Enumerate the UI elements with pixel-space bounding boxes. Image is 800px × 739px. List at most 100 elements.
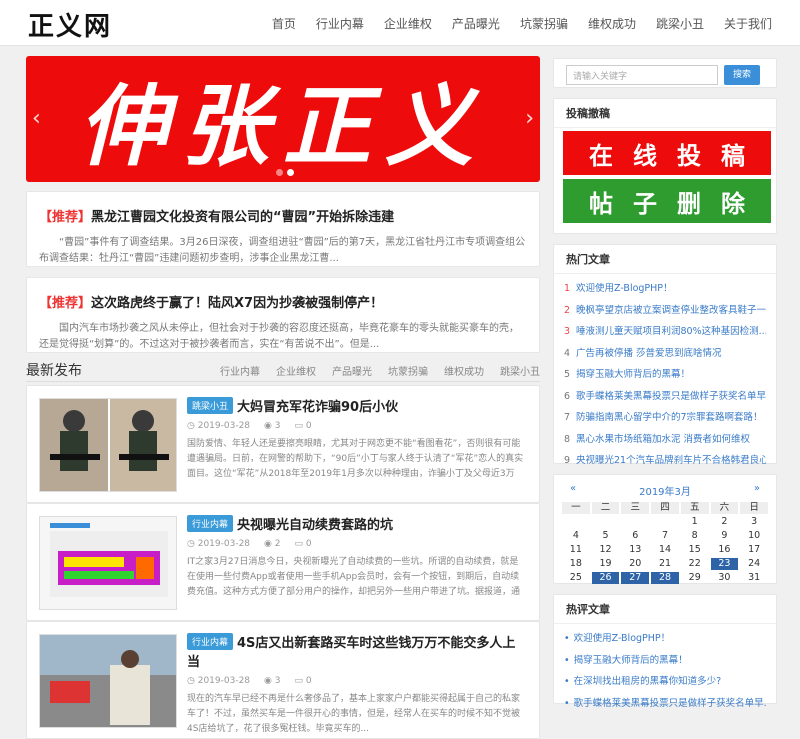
banner-char: 帖 (589, 189, 613, 218)
featured-post[interactable]: 【推荐】黑龙江曹园文化投资有限公司的“曹园”开始拆除违建 “曹园”事件有了调查结… (26, 191, 540, 267)
nav-item[interactable]: 关于我们 (724, 15, 772, 32)
calendar-day: 11 (569, 544, 582, 555)
hot-comment-item[interactable]: • 欢迎使用Z-BlogPHP！ (564, 628, 766, 650)
post-thumbnail[interactable] (39, 516, 177, 610)
post-title[interactable]: 4S店又出新套路买车时这些钱万万不能交多人上当 (187, 636, 515, 670)
nav-item[interactable]: 维权成功 (588, 15, 636, 32)
category-tab[interactable]: 跳梁小丑 (500, 363, 540, 378)
hot-article-item[interactable]: 1 欢迎使用Z-BlogPHP！ (564, 278, 766, 300)
hot-comment-title[interactable]: 在深圳找出租房的黑幕你知道多少? (574, 676, 722, 687)
nav-item[interactable]: 企业维权 (384, 15, 432, 32)
hot-comment-title[interactable]: 歌手蝶格莱美黑幕投票只是做样子获奖名单早... (574, 698, 766, 709)
category-tab[interactable]: 坑蒙拐骗 (388, 363, 428, 378)
category-tab[interactable]: 维权成功 (444, 363, 484, 378)
hot-comment-title[interactable]: 揭穿玉融大师背后的黑幕！ (574, 655, 688, 666)
search-input[interactable]: 请输入关键字 (566, 65, 718, 85)
calendar-weekday: 五 (680, 502, 709, 514)
hot-article-title[interactable]: 揭穿玉融大师背后的黑幕！ (576, 369, 690, 380)
post-thumbnail[interactable] (39, 398, 177, 492)
category-tab[interactable]: 产品曝光 (332, 363, 372, 378)
slider-banner-text: 伸张正义 (78, 73, 487, 178)
nav-item[interactable]: 行业内幕 (316, 15, 364, 32)
featured-post[interactable]: 【推荐】这次路虎终于赢了！陆风X7因为抄袭被强制停产！ 国内汽车市场抄袭之风从未… (26, 277, 540, 353)
hot-article-item[interactable]: 2 晚枫亭望京店被立案调查停业整改客具鞋子一... (564, 300, 766, 322)
nav-item[interactable]: 产品曝光 (452, 15, 500, 32)
nav-item[interactable]: 坑蒙拐骗 (520, 15, 568, 32)
post-item[interactable]: 跳梁小丑 大妈冒充军花诈骗90后小伙 ◷ 2019-03-28 ◉ 3 ▭ 0 国… (26, 385, 540, 503)
clock-icon: ◷ 2019-03-28 (187, 421, 251, 431)
slider-dot-active[interactable] (287, 169, 294, 176)
nav-item[interactable]: 首页 (272, 15, 296, 32)
post-item[interactable]: 行业内幕 央视曝光自动续费套路的坑 ◷ 2019-03-28 ◉ 2 ▭ 0 IT… (26, 503, 540, 621)
calendar-header: « 2019年3月 » (562, 481, 768, 502)
calendar-next[interactable]: » (754, 483, 760, 498)
bullet-icon: • (564, 676, 570, 687)
hot-article-item[interactable]: 8 黑心水果市场纸箱加水泥 消费者如何维权 (564, 429, 766, 451)
nav-item[interactable]: 跳梁小丑 (656, 15, 704, 32)
post-meta: ◷ 2019-03-28 ◉ 2 ▭ 0 (187, 539, 527, 549)
featured-title[interactable]: 这次路虎终于赢了！陆风X7因为抄袭被强制停产！ (91, 296, 383, 311)
post-meta: ◷ 2019-03-28 ◉ 3 ▭ 0 (187, 421, 527, 431)
calendar-day: 9 (721, 530, 728, 541)
banner-char: 删 (677, 189, 701, 218)
post-title[interactable]: 大妈冒充军花诈骗90后小伙 (237, 400, 398, 415)
hot-comment-item[interactable]: • 揭穿玉融大师背后的黑幕！ (564, 650, 766, 672)
post-item[interactable]: 行业内幕 4S店又出新套路买车时这些钱万万不能交多人上当 ◷ 2019-03-28… (26, 621, 540, 739)
hot-articles-title: 热门文章 (554, 245, 776, 274)
post-comments: 0 (305, 539, 312, 549)
post-meta: ◷ 2019-03-28 ◉ 3 ▭ 0 (187, 676, 527, 686)
hot-article-title[interactable]: 唾液测儿童天赋项目利润80%这种基因检测... (576, 326, 766, 337)
hot-article-item[interactable]: 5 揭穿玉融大师背后的黑幕！ (564, 364, 766, 386)
hot-article-title[interactable]: 欢迎使用Z-BlogPHP！ (576, 283, 673, 294)
search-button[interactable]: 搜索 (724, 65, 760, 85)
hot-article-title[interactable]: 晚枫亭望京店被立案调查停业整改客具鞋子一... (576, 305, 766, 316)
hot-article-item[interactable]: 4 广告再被停播 莎普爱思到底啥情况 (564, 343, 766, 365)
hot-article-title[interactable]: 广告再被停播 莎普爱思到底啥情况 (576, 348, 722, 359)
calendar-day[interactable]: 26 (591, 572, 620, 584)
chevron-left-icon[interactable]: ‹ (32, 106, 41, 131)
slider-dot[interactable] (276, 169, 283, 176)
bullet-icon: • (564, 654, 570, 666)
hot-comment-title[interactable]: 欢迎使用Z-BlogPHP！ (574, 633, 671, 644)
hot-articles-widget: 热门文章 1 欢迎使用Z-BlogPHP！ 2 晚枫亭望京店被立案调查停业整改客具鞋子… (553, 244, 777, 466)
calendar-day[interactable]: 27 (621, 572, 650, 584)
category-tab[interactable]: 企业维权 (276, 363, 316, 378)
calendar-day[interactable]: 23 (710, 558, 739, 570)
category-tab[interactable]: 行业内幕 (220, 363, 260, 378)
post-thumbnail[interactable] (39, 634, 177, 728)
calendar-widget: « 2019年3月 » 一二三四五六日 1 2 3 4 5 6 7 8 9 10 11 12 13 14 15… (553, 474, 777, 584)
delete-post-banner[interactable]: 帖子删除 (563, 179, 771, 223)
hot-article-title[interactable]: 防骗指南黑心留学中介的7宗罪套路啊套路！ (576, 412, 763, 423)
hot-article-item[interactable]: 7 防骗指南黑心留学中介的7宗罪套路啊套路！ (564, 407, 766, 429)
site-logo[interactable]: 正义网 (28, 6, 112, 43)
post-date: 2019-03-28 (197, 676, 251, 686)
chevron-right-icon[interactable]: › (525, 106, 534, 131)
featured-title[interactable]: 黑龙江曹园文化投资有限公司的“曹园”开始拆除违建 (91, 210, 394, 225)
post-category-tag[interactable]: 跳梁小丑 (187, 397, 234, 414)
hot-article-title[interactable]: 央视曝光21个汽车品牌刹车片不合格韩君良心... (576, 455, 766, 466)
hot-article-title[interactable]: 歌手蝶格莱美黑幕投票只是做样子获奖名单早... (576, 391, 766, 402)
hot-comment-item[interactable]: • 在深圳找出租房的黑幕你知道多少? (564, 671, 766, 693)
hot-article-item[interactable]: 6 歌手蝶格莱美黑幕投票只是做样子获奖名单早... (564, 386, 766, 408)
post-views: 2 (274, 539, 281, 549)
hot-article-title[interactable]: 黑心水果市场纸箱加水泥 消费者如何维权 (576, 434, 750, 445)
calendar-day: 25 (569, 572, 582, 583)
rank-number: 7 (564, 412, 571, 423)
calendar-day: 4 (572, 530, 579, 541)
online-submit-banner[interactable]: 在线投稿 (563, 131, 771, 175)
comment-icon: ▭ 0 (294, 421, 312, 431)
post-category-tag[interactable]: 行业内幕 (187, 633, 234, 650)
rank-number: 8 (564, 433, 571, 445)
post-category-tag[interactable]: 行业内幕 (187, 515, 234, 532)
post-title[interactable]: 央视曝光自动续费套路的坑 (237, 518, 393, 533)
hero-slider[interactable]: 伸张正义 ‹ › (26, 56, 540, 182)
calendar-day: 21 (658, 558, 672, 569)
calendar-prev[interactable]: « (570, 483, 576, 498)
clock-icon: ◷ 2019-03-28 (187, 539, 251, 549)
calendar-day: 16 (718, 544, 731, 555)
calendar-weekday: 四 (651, 502, 679, 514)
hot-article-item[interactable]: 9 央视曝光21个汽车品牌刹车片不合格韩君良心... (564, 450, 766, 472)
calendar-day: 15 (688, 544, 701, 555)
calendar-day[interactable]: 28 (651, 572, 679, 584)
hot-article-item[interactable]: 3 唾液测儿童天赋项目利润80%这种基因检测... (564, 321, 766, 343)
